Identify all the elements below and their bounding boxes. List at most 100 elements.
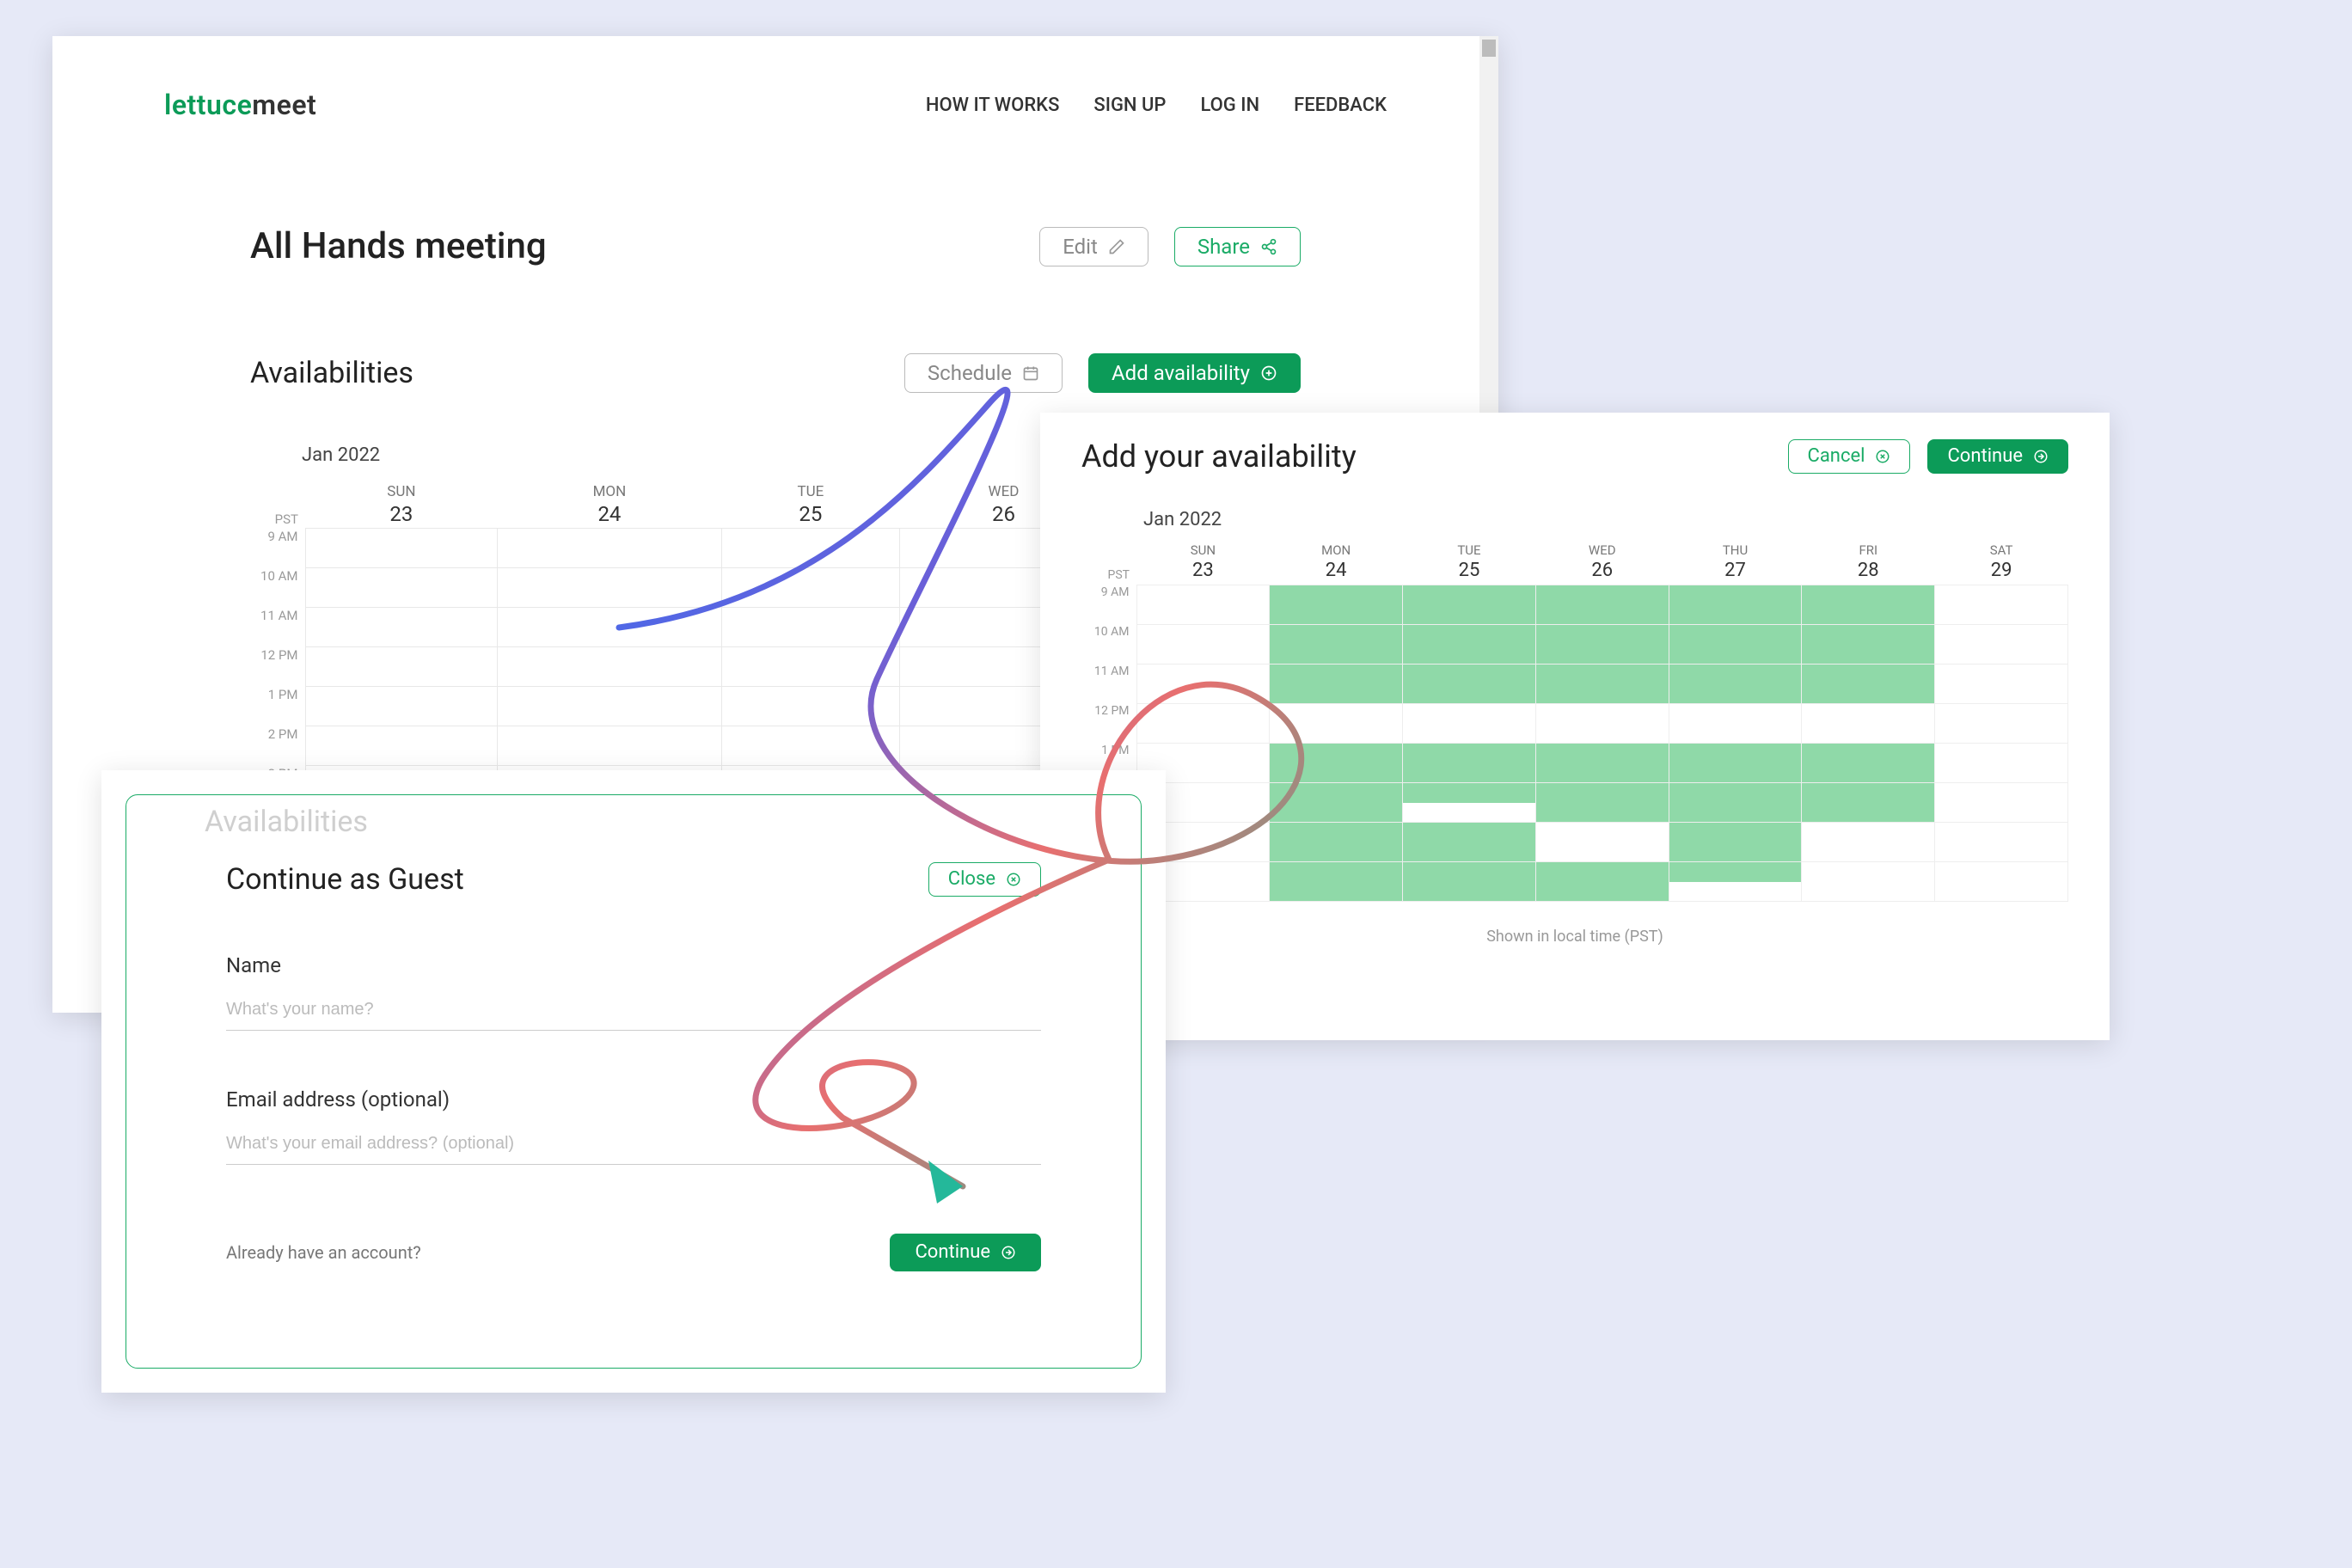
guest-continue-button[interactable]: Continue (890, 1234, 1041, 1271)
picker-cell[interactable] (1935, 665, 2068, 704)
picker-cell[interactable] (1270, 585, 1403, 625)
email-input[interactable] (226, 1129, 1041, 1165)
picker-cell[interactable] (1669, 704, 1802, 744)
picker-cell[interactable] (1403, 744, 1536, 783)
nav-feedback[interactable]: FEEDBACK (1294, 95, 1387, 116)
picker-grid[interactable]: PSTSUN23MON24TUE25WED26THU27FRI28SAT299 … (1081, 542, 2068, 902)
calendar-cell[interactable] (721, 726, 900, 766)
picker-cell[interactable] (1935, 585, 2068, 625)
picker-cell[interactable] (1136, 665, 1270, 704)
picker-cell[interactable] (1270, 704, 1403, 744)
edit-button[interactable]: Edit (1039, 227, 1148, 266)
picker-cell[interactable] (1535, 744, 1669, 783)
calendar-cell[interactable] (721, 568, 900, 608)
calendar-cell[interactable] (721, 529, 900, 568)
picker-cell[interactable] (1802, 665, 1935, 704)
picker-month: Jan 2022 (1143, 509, 2068, 530)
picker-cell[interactable] (1935, 744, 2068, 783)
calendar-cell[interactable] (498, 687, 721, 726)
add-availability-button[interactable]: Add availability (1088, 353, 1301, 393)
nav-how-it-works[interactable]: HOW IT WORKS (926, 95, 1059, 116)
calendar-cell[interactable] (305, 647, 498, 687)
picker-cell[interactable] (1802, 585, 1935, 625)
picker-cell[interactable] (1669, 744, 1802, 783)
picker-cell[interactable] (1935, 862, 2068, 902)
picker-cell[interactable] (1270, 665, 1403, 704)
close-button[interactable]: Close (928, 862, 1041, 897)
calendar-cell[interactable] (498, 726, 721, 766)
picker-cell[interactable] (1136, 625, 1270, 665)
calendar-cell[interactable] (721, 608, 900, 647)
picker-cell[interactable] (1270, 625, 1403, 665)
picker-cell[interactable] (1802, 625, 1935, 665)
time-label: 9 AM (250, 529, 305, 568)
calendar-icon (1022, 364, 1039, 382)
picker-cell[interactable] (1403, 625, 1536, 665)
calendar-cell[interactable] (498, 529, 721, 568)
picker-cell[interactable] (1802, 704, 1935, 744)
name-group: Name (226, 953, 1041, 1031)
nav-log-in[interactable]: LOG IN (1200, 95, 1259, 116)
picker-cell[interactable] (1802, 744, 1935, 783)
picker-cell[interactable] (1935, 783, 2068, 823)
picker-cell[interactable] (1935, 704, 2068, 744)
logo[interactable]: lettucemeet (164, 89, 316, 121)
picker-cell[interactable] (1403, 823, 1536, 862)
nav-sign-up[interactable]: SIGN UP (1093, 95, 1166, 116)
guest-continue-label: Continue (915, 1243, 990, 1262)
picker-cell[interactable] (1403, 665, 1536, 704)
picker-cell[interactable] (1802, 783, 1935, 823)
pencil-icon (1108, 238, 1125, 255)
picker-cell[interactable] (1403, 585, 1536, 625)
scrollbar-thumb[interactable] (1482, 40, 1496, 57)
calendar-cell[interactable] (305, 529, 498, 568)
picker-cell[interactable] (1535, 862, 1669, 902)
calendar-cell[interactable] (498, 608, 721, 647)
continue-label: Continue (1947, 447, 2023, 466)
picker-day-header: SAT29 (1935, 542, 2068, 585)
picker-cell[interactable] (1535, 823, 1669, 862)
picker-cell[interactable] (1136, 585, 1270, 625)
picker-cell[interactable] (1535, 665, 1669, 704)
continue-button[interactable]: Continue (1927, 439, 2068, 474)
name-input[interactable] (226, 995, 1041, 1031)
x-circle-icon (1006, 872, 1021, 887)
picker-cell[interactable] (1270, 783, 1403, 823)
calendar-cell[interactable] (498, 647, 721, 687)
calendar-cell[interactable] (721, 687, 900, 726)
calendar-cell[interactable] (305, 608, 498, 647)
picker-cell[interactable] (1403, 704, 1536, 744)
share-button[interactable]: Share (1174, 227, 1301, 266)
picker-cell[interactable] (1535, 585, 1669, 625)
picker-cell[interactable] (1403, 862, 1536, 902)
picker-cell[interactable] (1935, 625, 2068, 665)
picker-cell[interactable] (1270, 823, 1403, 862)
cancel-label: Cancel (1808, 447, 1865, 466)
picker-cell[interactable] (1669, 862, 1802, 902)
picker-cell[interactable] (1535, 625, 1669, 665)
already-have-account[interactable]: Already have an account? (226, 1242, 421, 1263)
picker-cell[interactable] (1669, 823, 1802, 862)
calendar-cell[interactable] (305, 687, 498, 726)
calendar-cell[interactable] (305, 726, 498, 766)
cancel-button[interactable]: Cancel (1788, 439, 1911, 474)
picker-cell[interactable] (1403, 783, 1536, 823)
picker-cell[interactable] (1270, 862, 1403, 902)
calendar-day-header: MON24 (498, 483, 721, 529)
picker-cell[interactable] (1669, 665, 1802, 704)
picker-cell[interactable] (1535, 704, 1669, 744)
picker-cell[interactable] (1270, 744, 1403, 783)
schedule-button[interactable]: Schedule (904, 353, 1063, 393)
calendar-cell[interactable] (498, 568, 721, 608)
picker-day-header: FRI28 (1802, 542, 1935, 585)
picker-cell[interactable] (1669, 625, 1802, 665)
calendar-cell[interactable] (721, 647, 900, 687)
calendar-cell[interactable] (305, 568, 498, 608)
picker-cell[interactable] (1802, 862, 1935, 902)
picker-cell[interactable] (1935, 823, 2068, 862)
picker-cell[interactable] (1669, 585, 1802, 625)
picker-cell[interactable] (1802, 823, 1935, 862)
picker-cell[interactable] (1669, 783, 1802, 823)
picker-cell[interactable] (1136, 704, 1270, 744)
picker-cell[interactable] (1535, 783, 1669, 823)
